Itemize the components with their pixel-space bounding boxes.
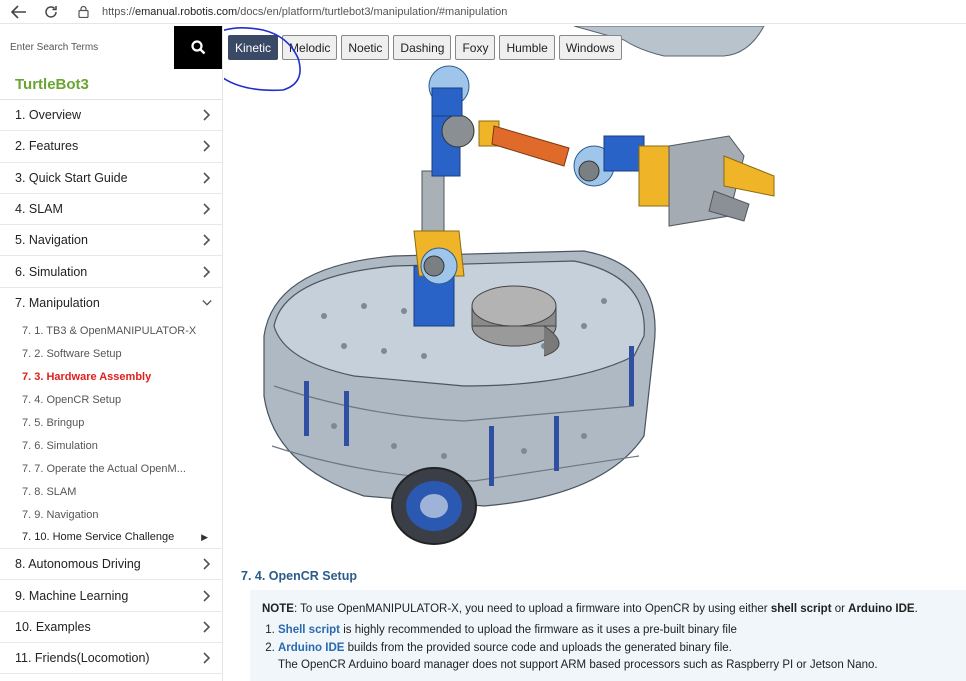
note-label: NOTE [262,603,294,615]
url-field[interactable]: https://emanual.robotis.com/docs/en/plat… [102,6,507,18]
chevron-right-icon [202,652,212,664]
sidebar-subitem-home-service-challenge[interactable]: 7. 10. Home Service Challenge ▶ [0,526,222,550]
sidebar-item-label: 5. Navigation [15,233,88,248]
sidebar-item-label: 6. Simulation [15,264,88,279]
triangle-right-icon: ▶ [201,531,208,542]
note-text: or [831,603,849,615]
sidebar-item-features[interactable]: 2. Features [0,131,222,163]
sidebar-item-label: 11. Friends(Locomotion) [15,651,150,666]
chevron-right-icon [202,266,212,278]
reload-icon[interactable] [40,1,62,23]
chevron-right-icon [202,109,212,121]
sidebar-item-manipulation[interactable]: 7. Manipulation [0,288,222,319]
note-box: NOTE: To use OpenMANIPULATOR-X, you need… [250,590,966,681]
chevron-right-icon [202,558,212,570]
chevron-right-icon [202,140,212,153]
search-icon [191,40,205,55]
chevron-right-icon [202,589,212,602]
chevron-right-icon [202,203,212,215]
sidebar-subitem-navigation[interactable]: 7. 9. Navigation [0,503,222,526]
tab-foxy[interactable]: Foxy [455,35,496,60]
annotation-circle [224,27,301,92]
sidebar-item-label: 9. Machine Learning [15,588,129,603]
list-item-subtext: The OpenCR Arduino board manager does no… [278,658,878,671]
url-path: /docs/en/platform/turtlebot3/manipulatio… [237,5,508,18]
arduino-ide-link[interactable]: Arduino IDE [278,642,344,654]
note-text: : To use OpenMANIPULATOR-X, you need to … [293,603,771,615]
list-item: Shell script is highly recommended to up… [278,622,954,639]
tab-noetic[interactable]: Noetic [341,35,390,60]
search-input[interactable] [0,26,175,69]
sidebar-item-label: 2. Features [15,139,79,154]
list-item-text: builds from the provided source code and… [344,641,732,654]
sidebar-subitem-slam[interactable]: 7. 8. SLAM [0,480,222,503]
sidebar-item-label: 10. Examples [15,619,91,634]
note-paragraph: NOTE: To use OpenMANIPULATOR-X, you need… [262,601,954,618]
main-content: Kinetic Melodic Noetic Dashing Foxy Humb… [224,26,966,681]
sidebar-subitem-hardware-assembly[interactable]: 7. 3. Hardware Assembly [0,365,222,388]
chevron-down-icon [202,298,212,308]
url-domain: emanual.robotis.com [135,5,238,18]
note-list: Shell script is highly recommended to up… [262,622,954,674]
lock-icon[interactable] [76,5,90,19]
sidebar: TurtleBot3 1. Overview 2. Features 3. Qu… [0,26,223,681]
browser-address-bar: https://emanual.robotis.com/docs/en/plat… [0,0,966,24]
sidebar-item-examples[interactable]: 10. Examples [0,612,222,643]
sidebar-item-simulation[interactable]: 6. Simulation [0,256,222,288]
sidebar-item-friends-locomotion[interactable]: 11. Friends(Locomotion) [0,643,222,675]
sidebar-item-slam[interactable]: 4. SLAM [0,194,222,226]
list-item: Arduino IDE builds from the provided sou… [278,640,954,675]
sidebar-item-label: 1. Overview [15,108,81,123]
list-item-text: is highly recommended to upload the firm… [340,624,737,637]
note-text: . [914,603,918,615]
turtlebot3-manipulator-illustration [263,26,775,545]
tab-humble[interactable]: Humble [499,35,555,60]
sidebar-subitem-operate-actual[interactable]: 7. 7. Operate the Actual OpenM... [0,457,222,480]
search-button[interactable] [174,26,222,69]
shell-script-link[interactable]: Shell script [278,624,340,636]
sidebar-subitem-opencr-setup[interactable]: 7. 4. OpenCR Setup [0,388,222,411]
sidebar-brand[interactable]: TurtleBot3 [0,69,222,100]
search-bar [0,26,222,69]
sidebar-subitem-software-setup[interactable]: 7. 2. Software Setup [0,342,222,365]
section-title: 7. 4. OpenCR Setup [241,569,357,583]
sidebar-item-label: 4. SLAM [15,202,63,217]
chevron-right-icon [202,234,212,246]
sidebar-item-overview[interactable]: 1. Overview [0,100,222,132]
note-bold-arduino-ide: Arduino IDE [848,603,915,615]
chevron-right-icon [202,172,212,184]
sidebar-item-quick-start-guide[interactable]: 3. Quick Start Guide [0,163,222,194]
sidebar-item-autonomous-driving[interactable]: 8. Autonomous Driving [0,549,222,581]
sidebar-item-label: 8. Autonomous Driving [15,557,141,572]
sidebar-item-machine-learning[interactable]: 9. Machine Learning [0,580,222,612]
sidebar-item-label: 7. Manipulation [15,296,100,311]
back-arrow-icon[interactable] [8,1,30,23]
sidebar-subitem-simulation[interactable]: 7. 6. Simulation [0,434,222,457]
sidebar-subitem-tb3-openmanipulator[interactable]: 7. 1. TB3 & OpenMANIPULATOR-X [0,319,222,342]
tab-dashing[interactable]: Dashing [393,35,452,60]
url-prefix: https:// [102,5,136,18]
sidebar-item-navigation[interactable]: 5. Navigation [0,225,222,257]
sidebar-subitem-bringup[interactable]: 7. 5. Bringup [0,411,222,434]
sidebar-subitem-label: 7. 10. Home Service Challenge [22,531,175,544]
note-bold-shell-script: shell script [770,603,832,615]
tab-windows[interactable]: Windows [558,35,622,60]
chevron-right-icon [202,621,212,633]
sidebar-item-label: 3. Quick Start Guide [15,170,128,185]
